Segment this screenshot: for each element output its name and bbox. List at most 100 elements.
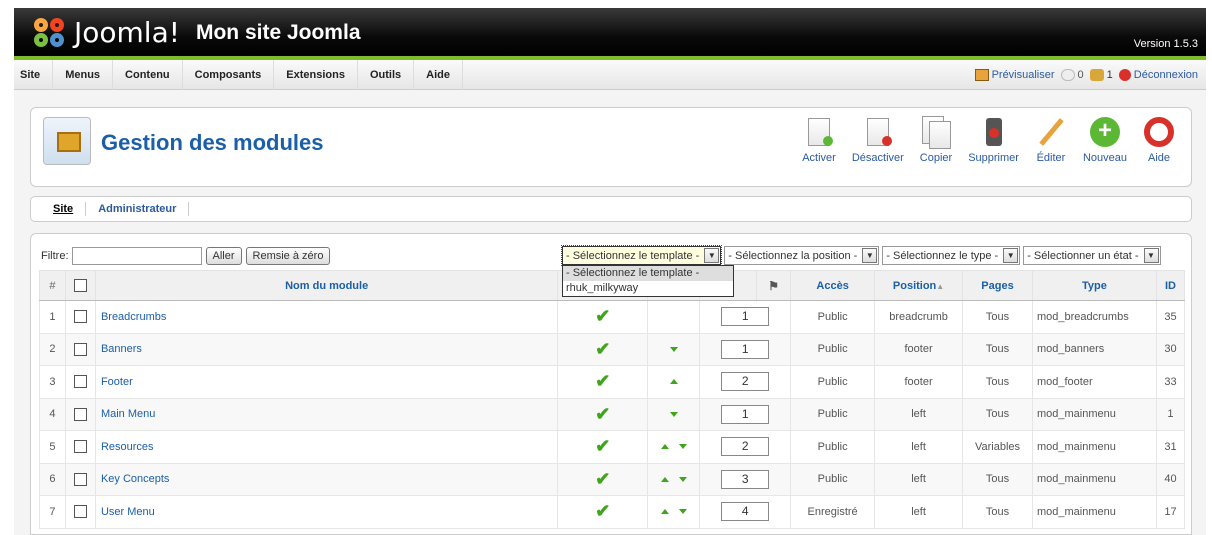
move-down-icon[interactable]	[669, 346, 678, 352]
table-row: 7 User Menu ✔ 4 Enregistré left Tous mod_mainme…	[39, 495, 1186, 529]
module-name-link[interactable]: Main Menu	[94, 397, 559, 431]
access-link[interactable]: Public	[790, 462, 876, 496]
access-link[interactable]: Public	[790, 332, 876, 366]
menu-site[interactable]: Site	[14, 59, 54, 90]
save-order-icon[interactable]: ⚑	[768, 279, 779, 293]
row-checkbox[interactable]	[73, 505, 87, 519]
move-up-icon[interactable]	[660, 509, 669, 515]
row-checkbox[interactable]	[73, 342, 87, 356]
chevron-down-icon: ▼	[862, 248, 878, 263]
menu-menus[interactable]: Menus	[53, 59, 114, 90]
move-up-icon[interactable]	[660, 444, 669, 450]
id-cell: 17	[1155, 495, 1186, 529]
new-label: Nouveau	[1082, 152, 1127, 164]
order-cell: 2	[699, 430, 792, 464]
module-name-link[interactable]: User Menu	[94, 495, 559, 529]
enabled-check-icon[interactable]: ✔	[595, 339, 610, 359]
type-cell: mod_mainmenu	[1031, 430, 1157, 464]
preview-link[interactable]: Prévisualiser	[974, 69, 1055, 82]
move-down-icon[interactable]	[669, 411, 678, 417]
enabled-check-icon[interactable]: ✔	[595, 469, 610, 489]
move-down-icon[interactable]	[678, 444, 687, 450]
enabled-check-icon[interactable]: ✔	[595, 404, 610, 424]
template-option[interactable]: - Sélectionnez le template -	[563, 266, 733, 281]
access-link[interactable]: Public	[790, 430, 876, 464]
col-access[interactable]: Accès	[790, 270, 876, 301]
row-checkbox[interactable]	[73, 440, 87, 454]
delete-button[interactable]: Supprimer	[960, 116, 1027, 164]
order-input[interactable]: 1	[721, 307, 770, 327]
logout-link[interactable]: Déconnexion	[1118, 68, 1198, 82]
col-type[interactable]: Type	[1031, 270, 1157, 301]
copy-button[interactable]: Copier	[912, 116, 960, 164]
order-arrows-cell	[647, 430, 701, 464]
logout-label: Déconnexion	[1133, 68, 1198, 81]
position-cell: footer	[874, 365, 964, 399]
enabled-check-icon[interactable]: ✔	[595, 436, 610, 456]
access-link[interactable]: Public	[790, 397, 876, 431]
row-checkbox-cell	[64, 495, 96, 529]
menu-composants[interactable]: Composants	[183, 59, 275, 90]
enabled-check-icon[interactable]: ✔	[595, 371, 610, 391]
col-save-order[interactable]: ⚑	[756, 270, 792, 301]
go-button[interactable]: Aller	[205, 247, 242, 265]
order-input[interactable]: 1	[721, 339, 770, 359]
row-num: 2	[39, 332, 66, 366]
row-checkbox[interactable]	[73, 310, 87, 324]
type-select[interactable]: - Sélectionnez le type - ▼	[882, 246, 1021, 265]
activate-button[interactable]: Activer	[794, 116, 844, 164]
order-input[interactable]: 4	[721, 502, 770, 522]
template-select[interactable]: - Sélectionnez le template - ▼	[560, 245, 723, 266]
col-position[interactable]: Position▲	[874, 270, 964, 301]
enabled-check-icon[interactable]: ✔	[595, 501, 610, 521]
menu-contenu[interactable]: Contenu	[113, 59, 183, 90]
modules-table: # Nom du module ▲ ⚑ Accès Position▲ Page…	[39, 270, 1186, 529]
joomla-logo: Joomla! Mon site Joomla	[34, 16, 361, 49]
module-name-link[interactable]: Breadcrumbs	[94, 300, 559, 334]
copy-label: Copier	[919, 152, 953, 164]
reset-button[interactable]: Remsie à zéro	[245, 247, 331, 265]
access-link[interactable]: Public	[790, 365, 876, 399]
menu-outils[interactable]: Outils	[358, 59, 415, 90]
col-pages[interactable]: Pages	[962, 270, 1033, 301]
order-input[interactable]: 2	[721, 372, 770, 392]
col-id[interactable]: ID	[1155, 270, 1186, 301]
users-count[interactable]: 1	[1089, 69, 1113, 82]
enabled-cell: ✔	[557, 365, 649, 399]
access-link[interactable]: Public	[790, 300, 876, 334]
pages-cell: Tous	[962, 397, 1033, 431]
new-button[interactable]: + Nouveau	[1075, 116, 1135, 164]
row-checkbox[interactable]	[73, 472, 87, 486]
row-checkbox[interactable]	[73, 407, 87, 421]
access-link[interactable]: Enregistré	[790, 495, 876, 529]
select-all-checkbox[interactable]	[73, 279, 87, 292]
state-select[interactable]: - Sélectionner un état - ▼	[1023, 246, 1161, 265]
edit-button[interactable]: Éditer	[1027, 116, 1075, 164]
module-name-link[interactable]: Banners	[94, 332, 559, 366]
row-checkbox[interactable]	[73, 375, 87, 389]
order-input[interactable]: 1	[721, 404, 770, 424]
module-name-link[interactable]: Footer	[94, 365, 559, 399]
position-select[interactable]: - Sélectionnez la position - ▼	[724, 246, 880, 265]
menu-aide[interactable]: Aide	[414, 59, 463, 90]
position-cell: left	[874, 430, 964, 464]
logout-icon	[1118, 69, 1131, 82]
help-button[interactable]: Aide	[1135, 116, 1183, 164]
tab-administrateur[interactable]: Administrateur	[86, 202, 190, 216]
menu-extensions[interactable]: Extensions	[274, 59, 358, 90]
enabled-check-icon[interactable]: ✔	[595, 306, 610, 326]
col-name[interactable]: Nom du module	[94, 270, 559, 301]
deactivate-button[interactable]: Désactiver	[844, 116, 912, 164]
move-up-icon[interactable]	[669, 379, 678, 385]
messages-count[interactable]: 0	[1060, 69, 1084, 82]
move-down-icon[interactable]	[678, 509, 687, 515]
order-input[interactable]: 3	[721, 469, 770, 489]
template-option[interactable]: rhuk_milkyway	[563, 281, 733, 296]
filter-input[interactable]	[71, 247, 202, 265]
move-down-icon[interactable]	[678, 476, 687, 482]
module-name-link[interactable]: Resources	[94, 430, 559, 464]
module-name-link[interactable]: Key Concepts	[94, 462, 559, 496]
move-up-icon[interactable]	[660, 476, 669, 482]
order-input[interactable]: 2	[721, 437, 770, 457]
tab-site[interactable]: Site	[53, 202, 87, 216]
